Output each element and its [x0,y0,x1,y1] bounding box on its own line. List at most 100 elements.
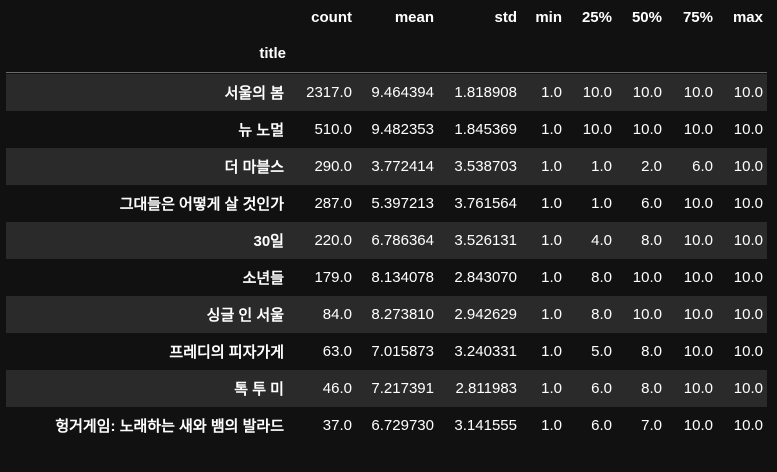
cell-count: 287.0 [314,195,352,212]
cell-min: 1.0 [541,269,562,286]
cell-25: 8.0 [591,269,612,286]
column-header-count: count [311,8,352,26]
cell-min: 1.0 [541,306,562,323]
cell-mean: 9.464394 [371,84,434,101]
cell-mean: 7.217391 [371,380,434,397]
cell-count: 84.0 [322,306,352,323]
table-row: 30일 220.0 6.786364 3.526131 1.0 4.0 8.0 10.0 10.… [6,222,767,259]
describe-table: count mean std min 25% 50% 75% max title… [6,0,767,444]
row-label: 그대들은 어떻게 살 것인가 [119,196,284,213]
cell-25: 4.0 [591,232,612,249]
column-header-row: count mean std min 25% 50% 75% max [6,0,767,34]
cell-max: 10.0 [733,380,763,397]
cell-count: 2317.0 [306,84,352,101]
table-row: 톡 투 미 46.0 7.217391 2.811983 1.0 6.0 8.0 10.0 10… [6,370,767,407]
cell-75: 10.0 [683,195,713,212]
cell-std: 3.538703 [454,158,517,175]
table-header: count mean std min 25% 50% 75% max title [6,0,767,73]
column-header-std: std [494,8,518,26]
dataframe-output: count mean std min 25% 50% 75% max title… [0,0,777,472]
cell-mean: 9.482353 [371,121,434,138]
cell-25: 10.0 [582,121,612,138]
cell-max: 10.0 [733,121,763,138]
cell-max: 10.0 [733,417,763,434]
cell-25: 6.0 [591,417,612,434]
cell-max: 10.0 [733,84,763,101]
cell-std: 3.240331 [454,343,517,360]
cell-75: 10.0 [683,121,713,138]
cell-mean: 8.134078 [371,269,434,286]
cell-min: 1.0 [541,232,562,249]
corner-cell [6,0,290,34]
column-header-max: max [732,8,763,26]
cell-mean: 6.729730 [371,417,434,434]
cell-25: 1.0 [591,195,612,212]
cell-min: 1.0 [541,343,562,360]
row-label: 서울의 봄 [224,85,284,102]
cell-std: 3.141555 [454,417,517,434]
table-row: 소년들 179.0 8.134078 2.843070 1.0 8.0 10.0 10.0 10… [6,259,767,296]
index-name: title [259,44,286,62]
cell-50: 8.0 [641,343,662,360]
row-label: 뉴 노멀 [238,122,284,139]
cell-75: 6.0 [692,158,713,175]
column-header-50: 50% [631,8,662,26]
cell-mean: 3.772414 [371,158,434,175]
cell-50: 10.0 [632,121,662,138]
cell-50: 10.0 [632,84,662,101]
cell-75: 10.0 [683,269,713,286]
cell-min: 1.0 [541,84,562,101]
index-name-row: title [6,34,767,73]
cell-std: 1.818908 [454,84,517,101]
cell-max: 10.0 [733,232,763,249]
column-header-min: min [535,8,562,26]
table-row: 싱글 인 서울 84.0 8.273810 2.942629 1.0 8.0 10.0 10.… [6,296,767,333]
cell-50: 7.0 [641,417,662,434]
cell-min: 1.0 [541,158,562,175]
table-row: 더 마블스 290.0 3.772414 3.538703 1.0 1.0 2.0 6.0 10… [6,148,767,185]
cell-count: 510.0 [314,121,352,138]
cell-max: 10.0 [733,306,763,323]
cell-max: 10.0 [733,195,763,212]
row-label: 30일 [253,233,285,250]
cell-std: 2.811983 [455,380,517,397]
row-label: 헝거게임: 노래하는 새와 뱀의 발라드 [55,418,284,435]
column-header-75: 75% [682,8,713,26]
cell-min: 1.0 [541,417,562,434]
cell-75: 10.0 [683,417,713,434]
cell-25: 1.0 [591,158,612,175]
cell-min: 1.0 [541,195,562,212]
table-row: 뉴 노멀 510.0 9.482353 1.845369 1.0 10.0 10.0 10.0… [6,111,767,148]
cell-min: 1.0 [541,380,562,397]
cell-count: 220.0 [314,232,352,249]
cell-std: 2.942629 [454,306,517,323]
row-label: 프레디의 피자가게 [169,344,284,361]
cell-50: 10.0 [632,269,662,286]
cell-count: 290.0 [314,158,352,175]
cell-count: 37.0 [322,417,352,434]
cell-std: 2.843070 [454,269,517,286]
cell-50: 8.0 [641,232,662,249]
cell-25: 5.0 [591,343,612,360]
column-header-25: 25% [581,8,612,26]
table-row: 그대들은 어떻게 살 것인가 287.0 5.397213 3.761564 1.0 1.… [6,185,767,222]
cell-max: 10.0 [733,158,763,175]
cell-mean: 8.273810 [371,306,434,323]
cell-std: 3.526131 [454,232,517,249]
row-label: 톡 투 미 [234,381,284,398]
cell-max: 10.0 [733,343,763,360]
table-body: 서울의 봄 2317.0 9.464394 1.818908 1.0 10.0 10.0 10… [6,72,767,444]
cell-25: 8.0 [591,306,612,323]
row-label: 싱글 인 서울 [206,307,284,324]
column-header-mean: mean [394,8,434,26]
cell-min: 1.0 [541,121,562,138]
cell-max: 10.0 [733,269,763,286]
cell-std: 1.845369 [454,121,517,138]
cell-count: 46.0 [322,380,352,397]
cell-std: 3.761564 [454,195,517,212]
table-row: 프레디의 피자가게 63.0 7.015873 3.240331 1.0 5.0 8.0 10… [6,333,767,370]
cell-count: 63.0 [322,343,352,360]
cell-50: 2.0 [641,158,662,175]
cell-mean: 5.397213 [371,195,434,212]
table-row: 헝거게임: 노래하는 새와 뱀의 발라드 37.0 6.729730 3.141555… [6,407,767,444]
